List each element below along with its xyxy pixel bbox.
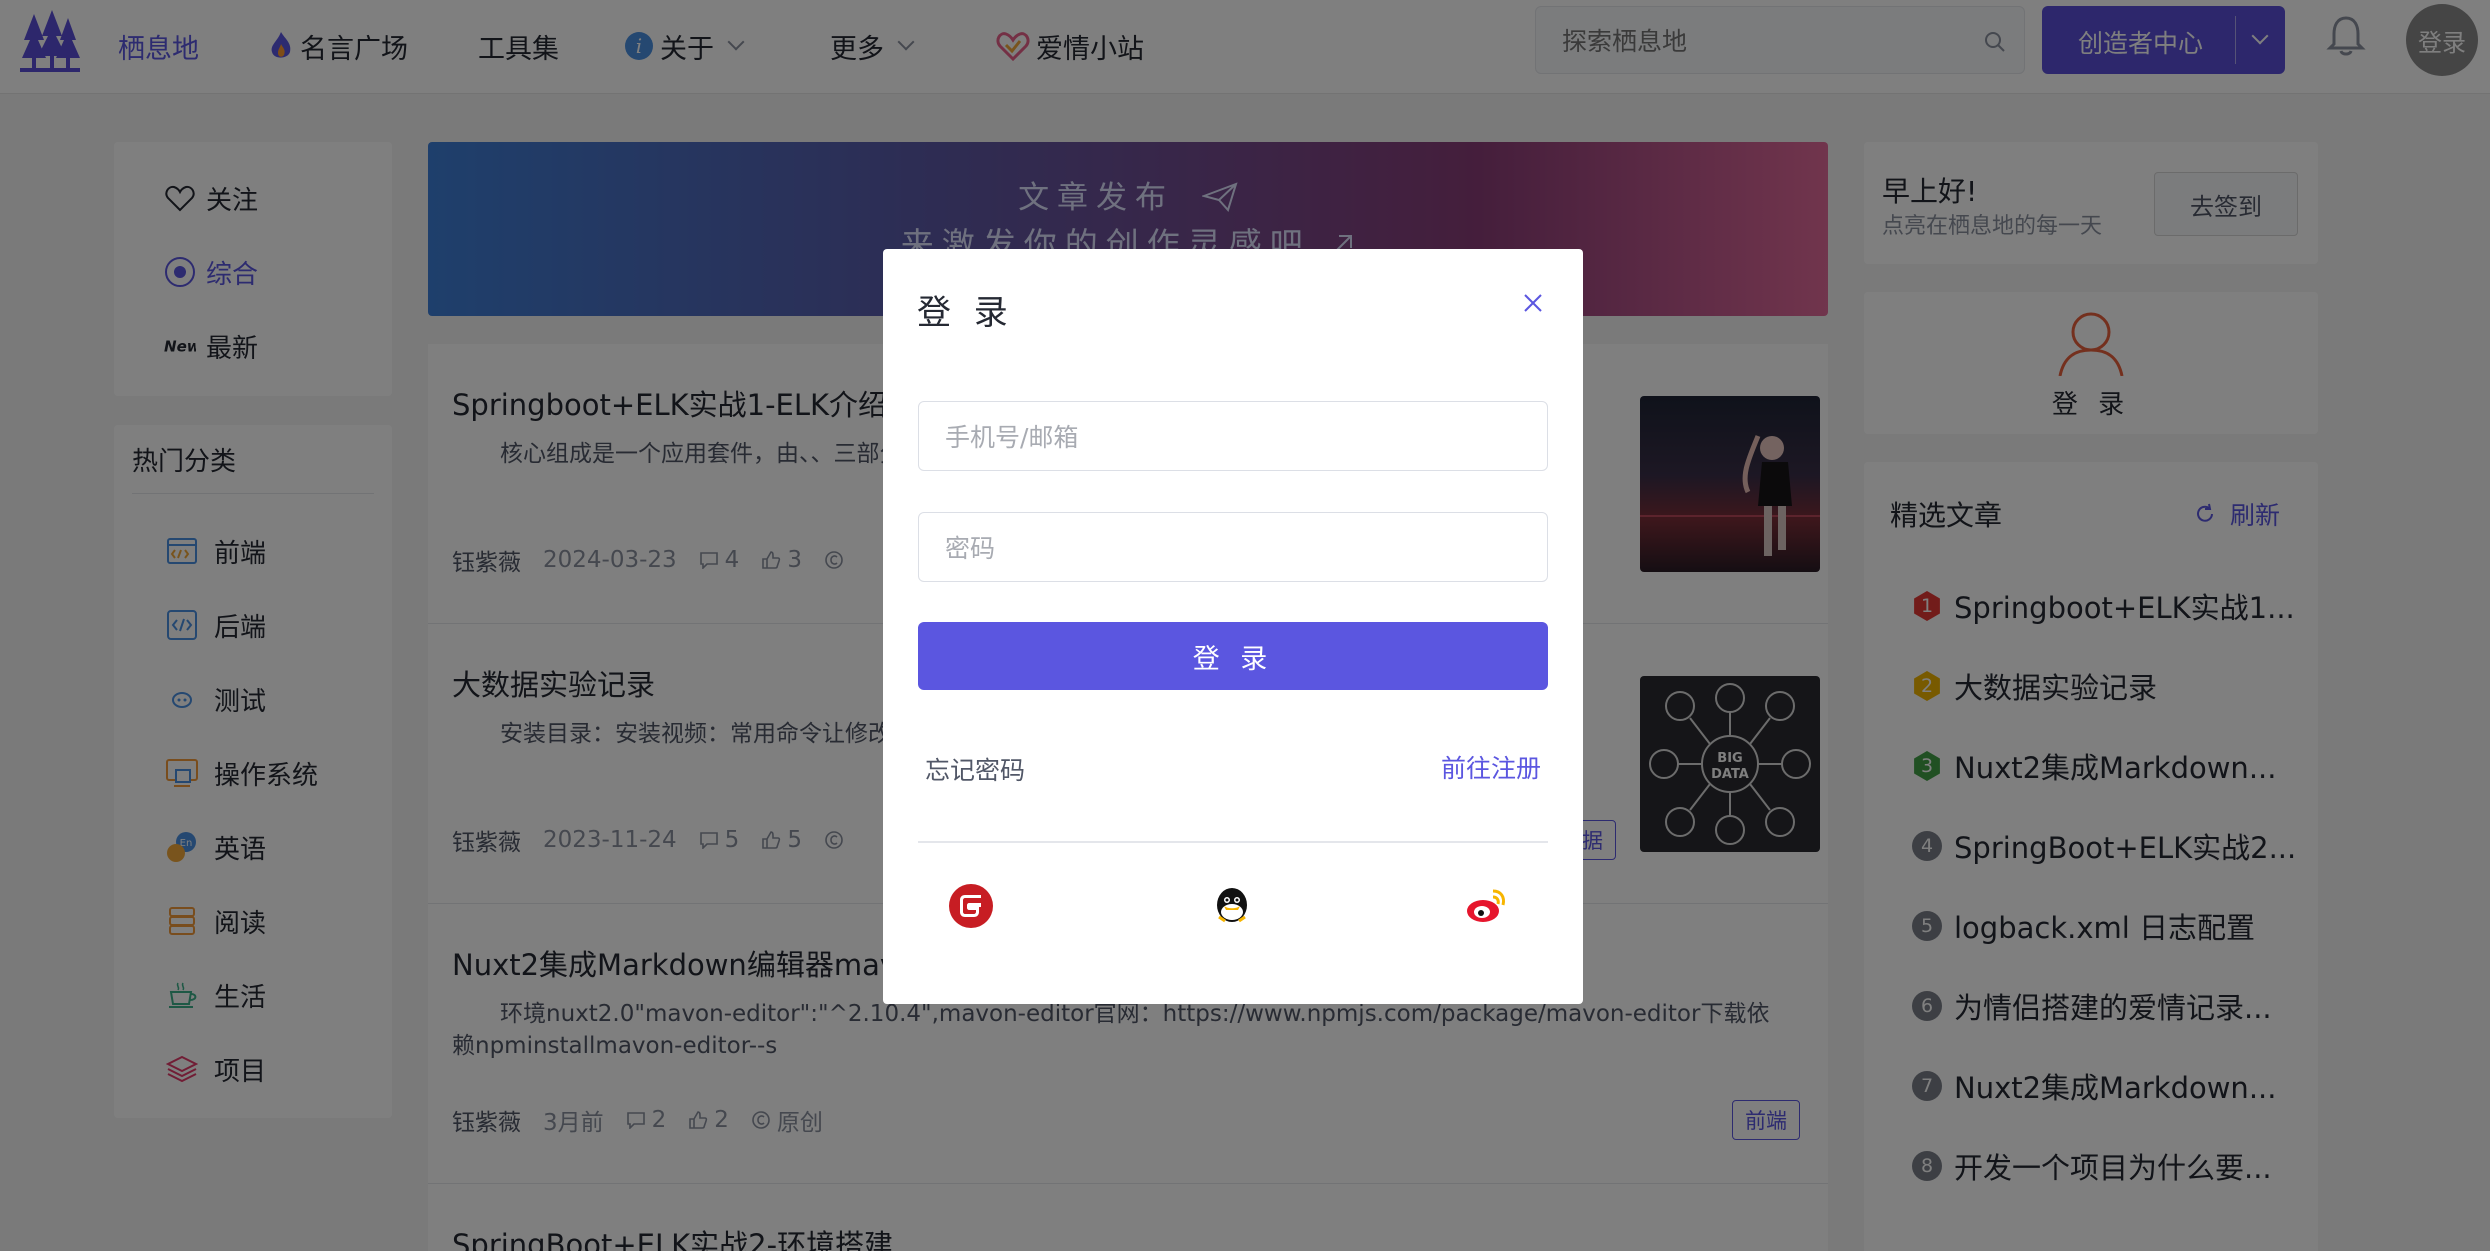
password-input[interactable] <box>945 531 1525 565</box>
login-submit-button[interactable]: 登 录 <box>918 622 1548 690</box>
weibo-icon[interactable] <box>1463 883 1509 929</box>
phone-email-input[interactable] <box>945 420 1525 454</box>
qq-icon[interactable] <box>1209 883 1255 929</box>
phone-email-field[interactable] <box>918 401 1548 471</box>
login-modal: 登 录 登 录 忘记密码 前往注册 <box>883 249 1583 1004</box>
register-link[interactable]: 前往注册 <box>1441 749 1541 785</box>
password-field[interactable] <box>918 512 1548 582</box>
divider <box>918 841 1548 843</box>
gitee-icon[interactable] <box>948 883 994 929</box>
close-icon[interactable] <box>1521 291 1545 315</box>
forgot-password-link[interactable]: 忘记密码 <box>925 751 1025 787</box>
modal-title: 登 录 <box>917 293 1014 333</box>
